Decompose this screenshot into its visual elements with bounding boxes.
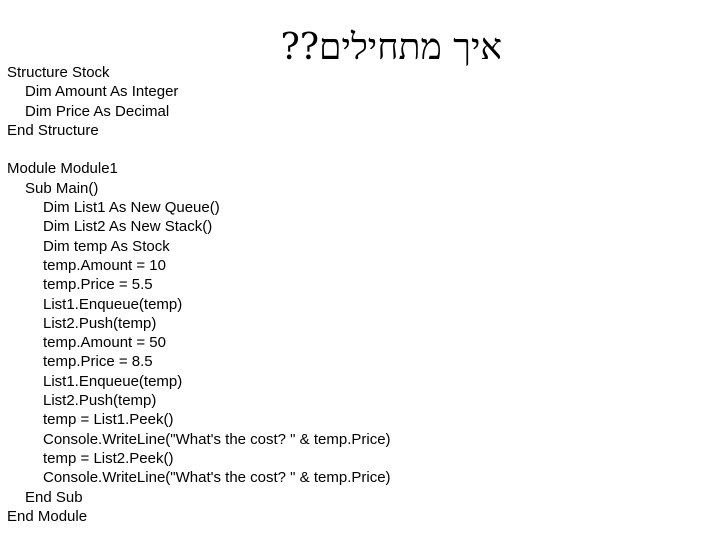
code-line: temp.Price = 5.5 [43,276,153,294]
code-line: Dim List1 As New Queue() [43,199,220,217]
code-line: temp.Amount = 50 [43,334,166,352]
code-line: List1.Enqueue(temp) [43,295,183,313]
structure-section: Structure Stock Dim Amount As Integer Di… [7,63,391,140]
code-line: End Module [7,507,88,525]
code-line: List2.Push(temp) [43,392,157,410]
code-line: Console.WriteLine("What's the cost? " & … [43,469,391,487]
code-line: Structure Stock [7,64,110,81]
code-line: List1.Enqueue(temp) [43,372,183,390]
code-line: Dim Amount As Integer [25,83,179,101]
code-line: Sub Main() [25,179,99,197]
code-block: Structure Stock Dim Amount As Integer Di… [7,63,391,526]
code-line: Dim Price As Decimal [25,102,170,120]
code-line: Module Module1 [7,160,118,178]
code-line: Dim List2 As New Stack() [43,218,213,236]
code-line: temp = List1.Peek() [43,411,174,429]
code-line: temp.Price = 8.5 [43,353,153,371]
code-line: temp = List2.Peek() [43,449,174,467]
code-line: End Sub [25,488,83,506]
code-line: List2.Push(temp) [43,314,157,332]
module-section: Module Module1 Sub Main() Dim List1 As N… [7,159,391,526]
code-line: Dim temp As Stock [43,237,170,255]
code-line: Console.WriteLine("What's the cost? " & … [43,430,391,448]
code-line: End Structure [7,121,99,139]
code-line: temp.Amount = 10 [43,256,166,274]
